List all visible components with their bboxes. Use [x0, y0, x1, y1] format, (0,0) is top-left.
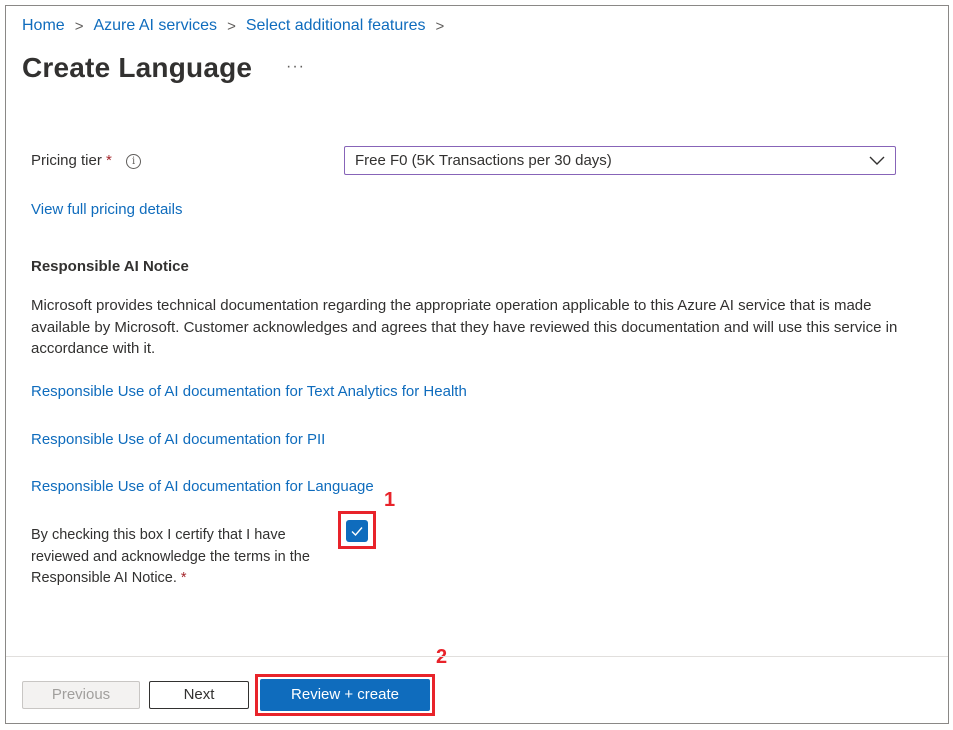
breadcrumb-separator: >: [74, 17, 84, 35]
breadcrumb-separator: >: [227, 17, 236, 35]
responsible-ai-heading: Responsible AI Notice: [31, 258, 189, 275]
chevron-down-icon: [869, 156, 885, 165]
pricing-tier-selected-value: Free F0 (5K Transactions per 30 days): [355, 152, 612, 169]
breadcrumb: Home > Azure AI services > Select additi…: [22, 17, 454, 35]
rai-link-text-analytics-health[interactable]: Responsible Use of AI documentation for …: [31, 383, 467, 400]
certify-text: By checking this box I certify that I ha…: [31, 527, 310, 586]
responsible-ai-body: Microsoft provides technical documentati…: [31, 297, 898, 357]
rai-link-language[interactable]: Responsible Use of AI documentation for …: [31, 478, 374, 495]
highlight-box-step-2: [255, 674, 435, 716]
info-icon[interactable]: i: [126, 154, 142, 169]
step-number-2: 2: [436, 646, 448, 668]
certify-label: By checking this box I certify that I ha…: [31, 525, 331, 590]
page-title: Create Language: [22, 52, 253, 83]
required-asterisk: *: [106, 152, 112, 169]
pricing-tier-label: Pricing tier * i: [31, 152, 142, 169]
breadcrumb-separator: >: [435, 17, 445, 35]
pricing-tier-label-text: Pricing tier: [31, 152, 102, 169]
highlight-box-step-1: [338, 511, 376, 549]
next-button[interactable]: Next: [149, 681, 249, 709]
breadcrumb-select-additional-features[interactable]: Select additional features: [246, 17, 426, 35]
breadcrumb-azure-ai-services[interactable]: Azure AI services: [93, 17, 217, 35]
more-options-icon[interactable]: ···: [286, 58, 305, 76]
rai-link-pii[interactable]: Responsible Use of AI documentation for …: [31, 431, 325, 448]
step-number-1: 1: [384, 489, 396, 511]
breadcrumb-home[interactable]: Home: [22, 17, 65, 35]
footer-divider: [6, 656, 948, 657]
required-asterisk: *: [180, 570, 187, 586]
pricing-tier-dropdown[interactable]: Free F0 (5K Transactions per 30 days): [344, 146, 896, 175]
previous-button[interactable]: Previous: [22, 681, 140, 709]
blade-frame: Home > Azure AI services > Select additi…: [5, 5, 949, 724]
view-pricing-link[interactable]: View full pricing details: [31, 201, 182, 218]
